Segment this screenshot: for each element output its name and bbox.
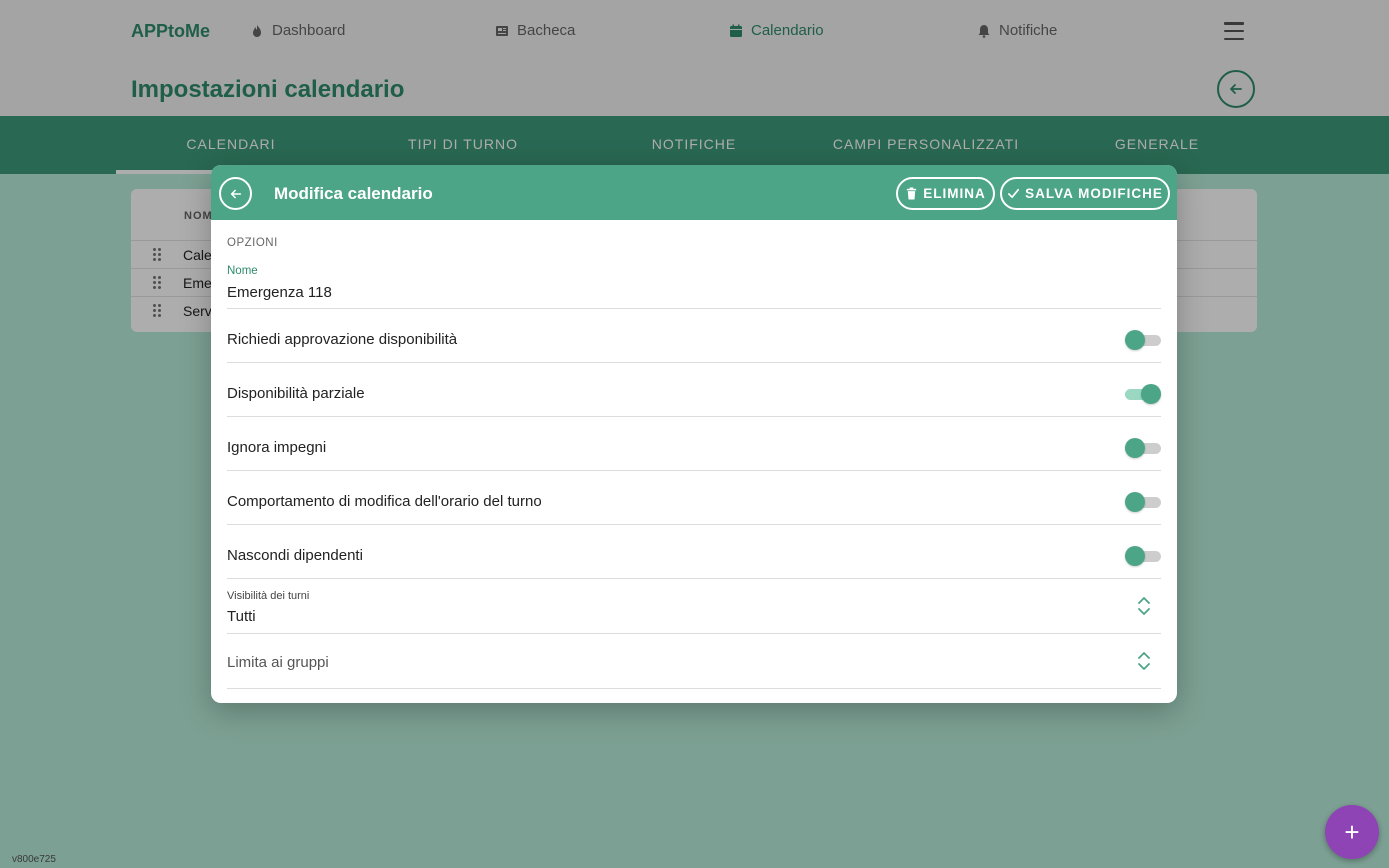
save-label: SALVA MODIFICHE (1025, 186, 1163, 201)
arrow-left-icon (230, 189, 241, 198)
groups-select[interactable]: Limita ai gruppi (227, 654, 329, 671)
toggle-disponibilita-parziale[interactable] (1125, 384, 1161, 404)
delete-label: ELIMINA (923, 186, 986, 201)
toggle-comportamento-modifica[interactable] (1125, 492, 1161, 512)
check-icon (1008, 188, 1020, 199)
toggle-nascondi-dipendenti[interactable] (1125, 546, 1161, 566)
delete-button[interactable]: ELIMINA (896, 177, 995, 210)
chevron-up-down-icon[interactable] (1137, 596, 1151, 616)
plus-icon: + (1344, 816, 1360, 847)
edit-calendar-dialog: Modifica calendario ELIMINA SALVA MODIFI… (211, 165, 1177, 703)
option-label: Richiedi approvazione disponibilità (227, 331, 458, 348)
option-label: Comportamento di modifica dell'orario de… (227, 493, 542, 510)
divider (227, 633, 1161, 634)
section-title: OPZIONI (227, 237, 278, 249)
divider (227, 470, 1161, 471)
visibility-select[interactable]: Tutti (227, 608, 256, 625)
name-field[interactable]: Emergenza 118 (227, 284, 332, 301)
divider (227, 308, 1161, 309)
option-label: Nascondi dipendenti (227, 547, 363, 564)
trash-icon (907, 187, 917, 200)
toggle-richiedi-approvazione[interactable] (1125, 330, 1161, 350)
dialog-header: Modifica calendario ELIMINA SALVA MODIFI… (211, 165, 1177, 220)
option-label: Disponibilità parziale (227, 385, 365, 402)
divider (227, 416, 1161, 417)
dialog-title: Modifica calendario (274, 184, 433, 203)
visibility-select-label: Visibilità dei turni (227, 590, 310, 602)
option-label: Ignora impegni (227, 439, 327, 456)
toggle-ignora-impegni[interactable] (1125, 438, 1161, 458)
add-fab-button[interactable]: + (1325, 805, 1379, 859)
divider (227, 578, 1161, 579)
dialog-back-button[interactable] (219, 177, 252, 210)
divider (227, 362, 1161, 363)
name-field-label: Nome (227, 265, 258, 277)
save-changes-button[interactable]: SALVA MODIFICHE (1000, 177, 1170, 210)
chevron-up-down-icon[interactable] (1137, 651, 1151, 671)
divider (227, 524, 1161, 525)
divider (227, 688, 1161, 689)
